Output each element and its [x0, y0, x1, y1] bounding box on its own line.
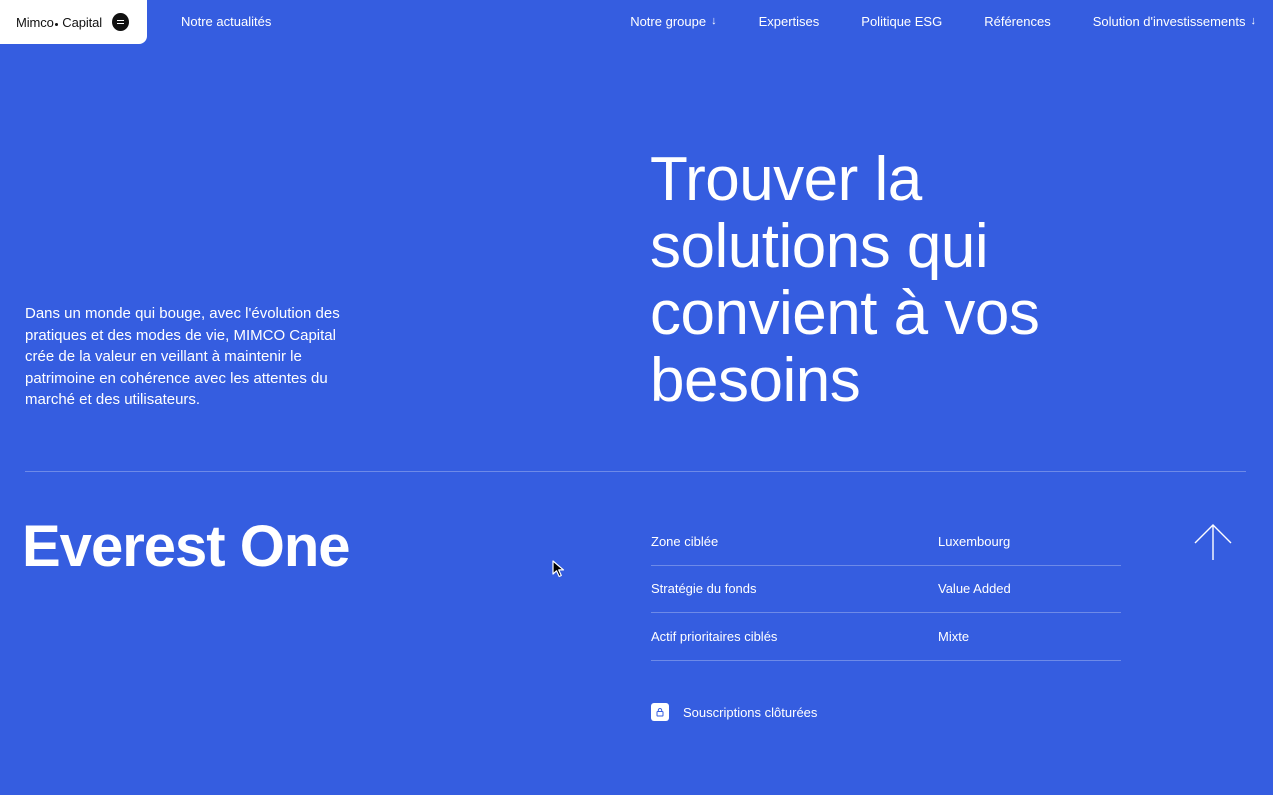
- menu-icon[interactable]: [112, 13, 129, 31]
- page-title: Trouver la solutions qui convient à vos …: [650, 145, 1040, 415]
- arrow-down-icon: ↓: [1250, 15, 1257, 27]
- nav-item-notre-groupe[interactable]: Notre groupe ↓: [630, 14, 716, 29]
- detail-row: Zone ciblée Luxembourg: [651, 518, 1121, 566]
- logo[interactable]: Mimco Capital: [16, 15, 102, 30]
- nav-item-solution-investissements[interactable]: Solution d'investissements ↓: [1093, 14, 1256, 29]
- fund-details: Zone ciblée Luxembourg Stratégie du fond…: [651, 518, 1121, 661]
- detail-value: Value Added: [938, 581, 1011, 597]
- detail-value: Luxembourg: [938, 533, 1011, 549]
- intro-paragraph: Dans un monde qui bouge, avec l'évolutio…: [25, 305, 340, 408]
- cursor-icon: [552, 560, 568, 578]
- detail-label: Stratégie du fonds: [651, 581, 757, 597]
- arrow-down-icon: ↓: [711, 15, 717, 27]
- detail-value: Mixte: [938, 628, 970, 644]
- detail-row: Stratégie du fonds Value Added: [651, 566, 1121, 613]
- detail-row: Actif prioritaires ciblés Mixte: [651, 613, 1121, 661]
- status-label: Souscriptions clôturées: [683, 704, 818, 720]
- detail-label: Actif prioritaires ciblés: [651, 628, 778, 644]
- nav-item-label: Solution d'investissements: [1092, 14, 1246, 29]
- nav-item-label: Notre groupe: [630, 14, 707, 29]
- nav-item-references[interactable]: Références: [984, 14, 1050, 29]
- nav-item-expertises[interactable]: Expertises: [759, 14, 820, 29]
- nav-item-label: Références: [984, 14, 1051, 29]
- news-link[interactable]: Notre actualités: [181, 14, 271, 29]
- nav-item-label: Politique ESG: [861, 14, 943, 29]
- main-nav: Notre groupe ↓ Expertises Politique ESG …: [630, 14, 1256, 29]
- page: Mimco Capital Notre actualités Notre gro…: [0, 0, 1273, 795]
- fund-title: Everest One: [22, 514, 351, 579]
- detail-label: Zone ciblée: [651, 533, 719, 549]
- subscription-status: Souscriptions clôturées: [651, 703, 817, 721]
- section-divider: [25, 471, 1246, 472]
- nav-item-label: Expertises: [758, 14, 820, 29]
- logo-box[interactable]: Mimco Capital: [0, 0, 147, 44]
- nav-item-politique-esg[interactable]: Politique ESG: [861, 14, 942, 29]
- arrow-up-icon[interactable]: [1193, 522, 1233, 562]
- lock-icon: [651, 703, 669, 721]
